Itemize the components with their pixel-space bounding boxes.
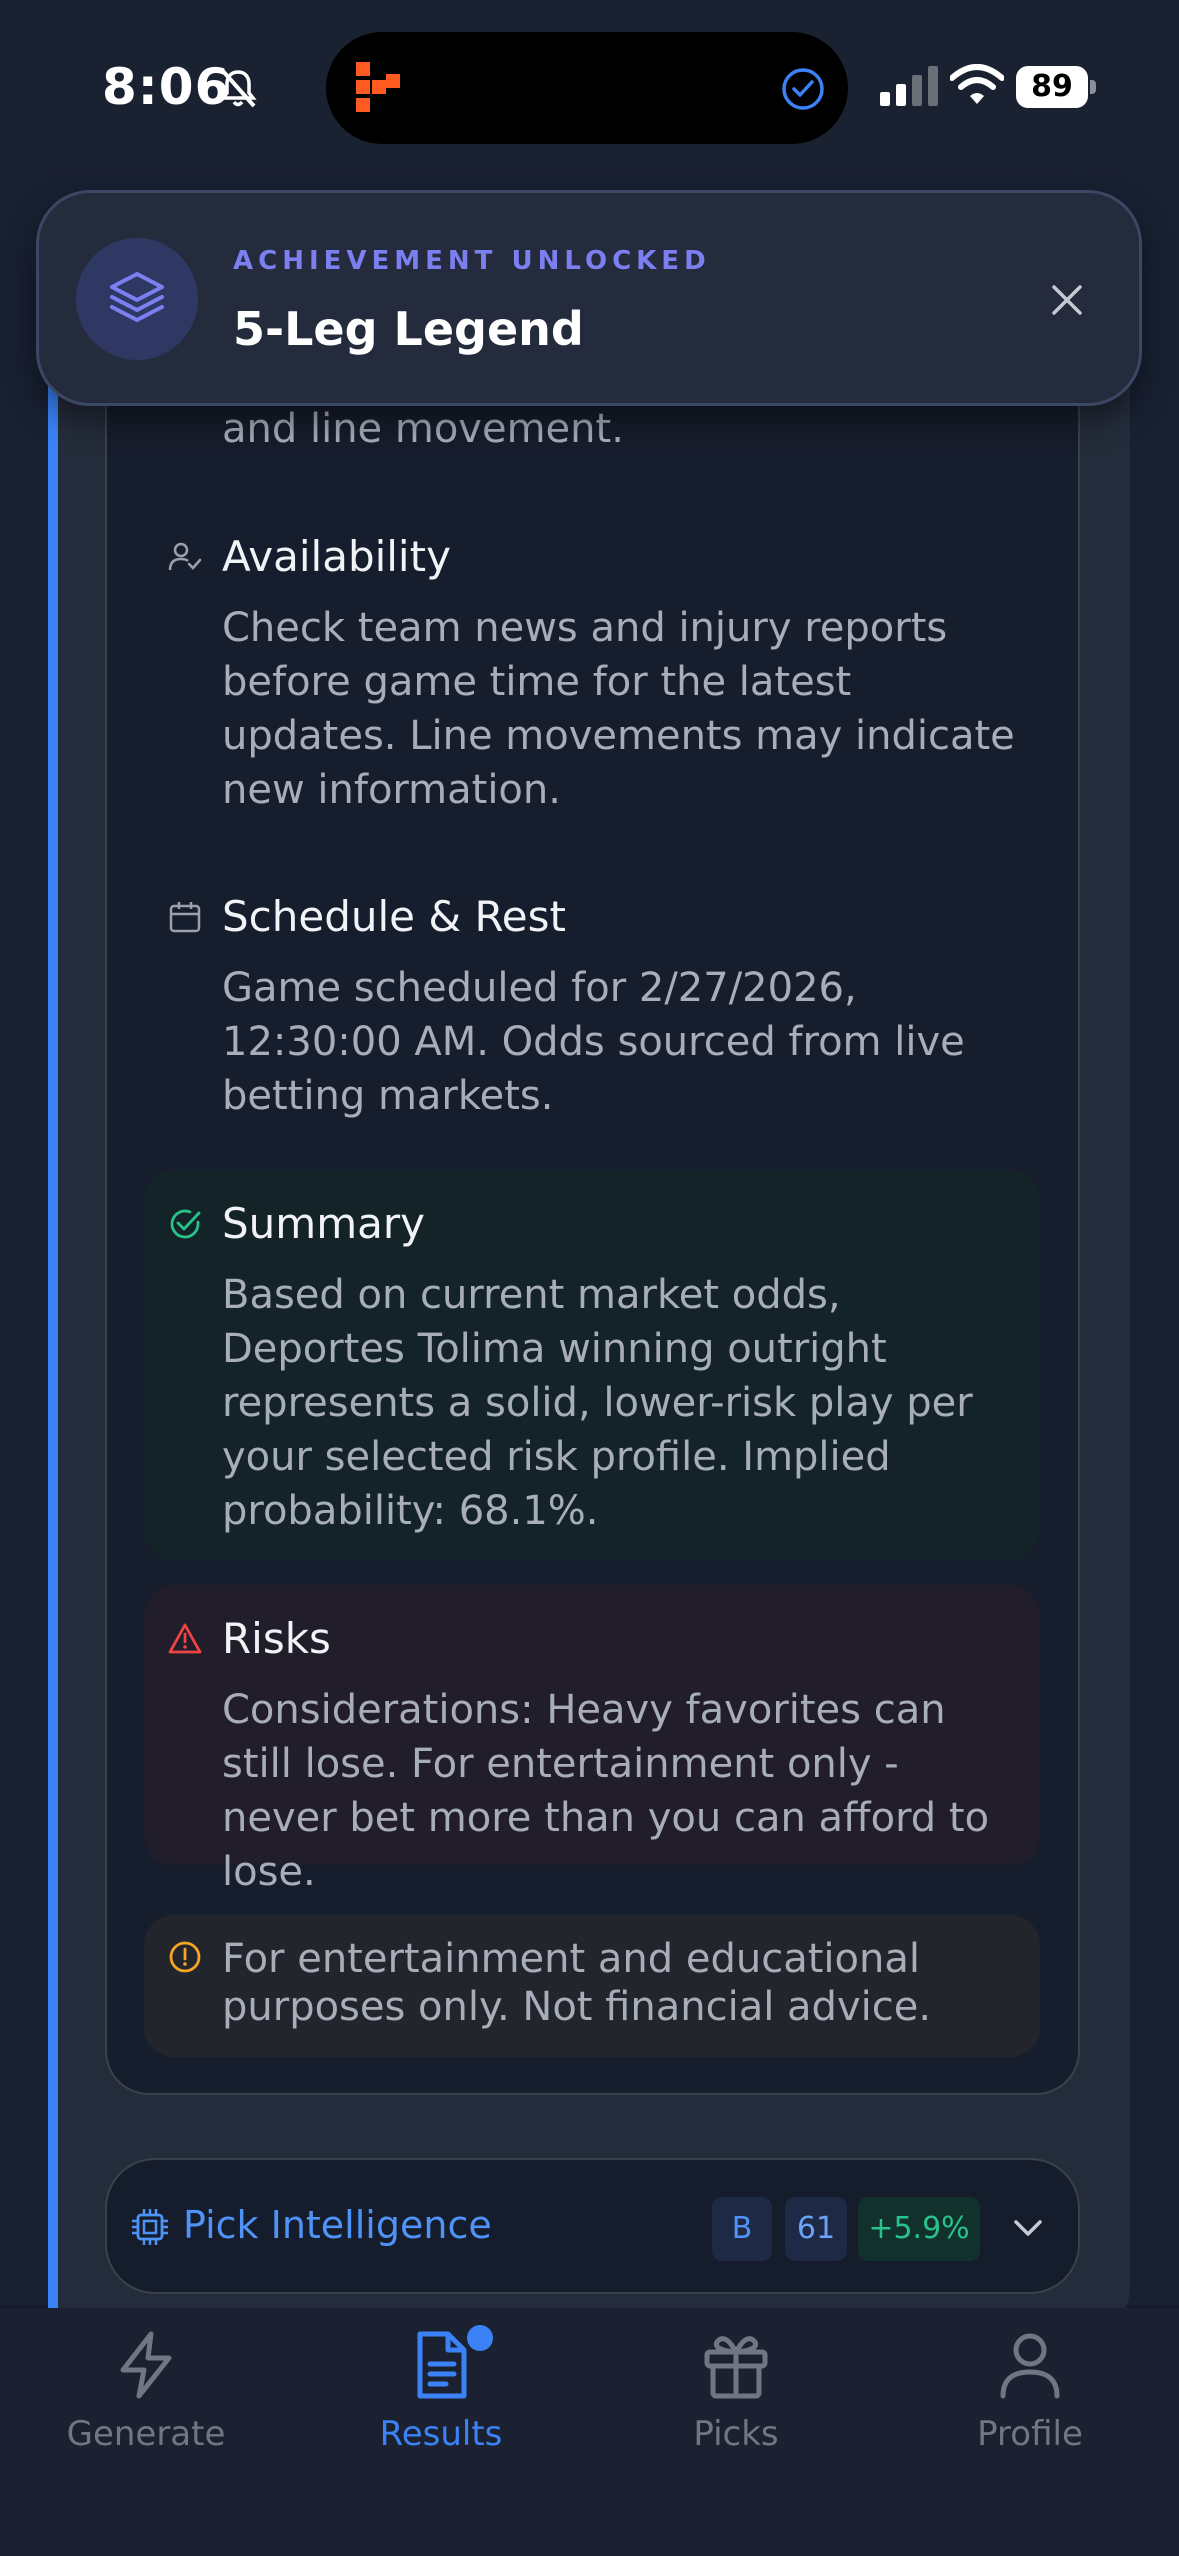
nav-profile[interactable]: Profile bbox=[920, 2330, 1140, 2480]
grade-badge: B bbox=[712, 2197, 772, 2261]
clipped-analysis-text: and line movement. bbox=[222, 406, 624, 452]
status-bar: 8:06 89 bbox=[0, 0, 1179, 175]
layers-icon bbox=[110, 272, 164, 322]
risks-title: Risks bbox=[222, 1614, 331, 1663]
availability-body: Check team news and injury reports befor… bbox=[222, 605, 1015, 813]
user-icon bbox=[1000, 2333, 1060, 2399]
nav-picks-label: Picks bbox=[693, 2414, 779, 2454]
user-check-icon bbox=[168, 542, 202, 571]
check-circle-icon bbox=[170, 1209, 201, 1239]
availability-title: Availability bbox=[222, 532, 451, 581]
battery-level: 89 bbox=[1016, 66, 1088, 108]
check-circle-icon bbox=[782, 68, 824, 110]
achievement-toast[interactable] bbox=[36, 190, 1142, 406]
chevron-down-icon[interactable] bbox=[1010, 2210, 1046, 2246]
battery-indicator: 89 bbox=[1016, 66, 1096, 108]
calendar-icon bbox=[169, 902, 201, 933]
pick-intelligence-label: Pick Intelligence bbox=[183, 2203, 492, 2247]
nav-picks[interactable]: Picks bbox=[626, 2330, 846, 2480]
battery-cap bbox=[1090, 80, 1096, 94]
risks-body: Considerations: Heavy favorites can stil… bbox=[222, 1687, 990, 1895]
schedule-body: Game scheduled for 2/27/2026, 12:30:00 A… bbox=[222, 965, 965, 1119]
summary-body: Based on current market odds, Deportes T… bbox=[222, 1272, 973, 1534]
document-icon bbox=[417, 2331, 467, 2399]
nav-generate-label: Generate bbox=[66, 2414, 226, 2454]
bell-muted-icon bbox=[219, 68, 257, 108]
result-card-accent bbox=[48, 360, 58, 2320]
nav-results-label: Results bbox=[379, 2414, 503, 2454]
score-badge: 61 bbox=[785, 2197, 847, 2261]
achievement-title: 5-Leg Legend bbox=[233, 302, 584, 356]
nav-generate[interactable]: Generate bbox=[36, 2330, 256, 2480]
summary-title: Summary bbox=[222, 1199, 425, 1248]
gift-icon bbox=[704, 2336, 768, 2399]
cpu-chip-icon bbox=[132, 2209, 168, 2245]
nav-profile-label: Profile bbox=[977, 2414, 1083, 2454]
alert-circle-icon bbox=[169, 1941, 201, 1973]
close-icon[interactable] bbox=[1048, 281, 1086, 319]
nav-results[interactable]: Results bbox=[331, 2330, 551, 2480]
wifi-icon bbox=[950, 64, 1004, 104]
edge-badge: +5.9% bbox=[858, 2197, 980, 2261]
dynamic-island bbox=[326, 32, 848, 144]
schedule-title: Schedule & Rest bbox=[222, 892, 566, 941]
app-logo-icon bbox=[356, 62, 400, 112]
achievement-kicker: ACHIEVEMENT UNLOCKED bbox=[233, 246, 711, 276]
bolt-icon bbox=[120, 2331, 172, 2399]
cellular-signal-icon bbox=[880, 66, 938, 106]
status-time: 8:06 bbox=[102, 58, 231, 116]
disclaimer-text: For entertainment and educational purpos… bbox=[222, 1936, 932, 2030]
notification-dot bbox=[467, 2325, 493, 2351]
warning-icon bbox=[168, 1623, 202, 1654]
